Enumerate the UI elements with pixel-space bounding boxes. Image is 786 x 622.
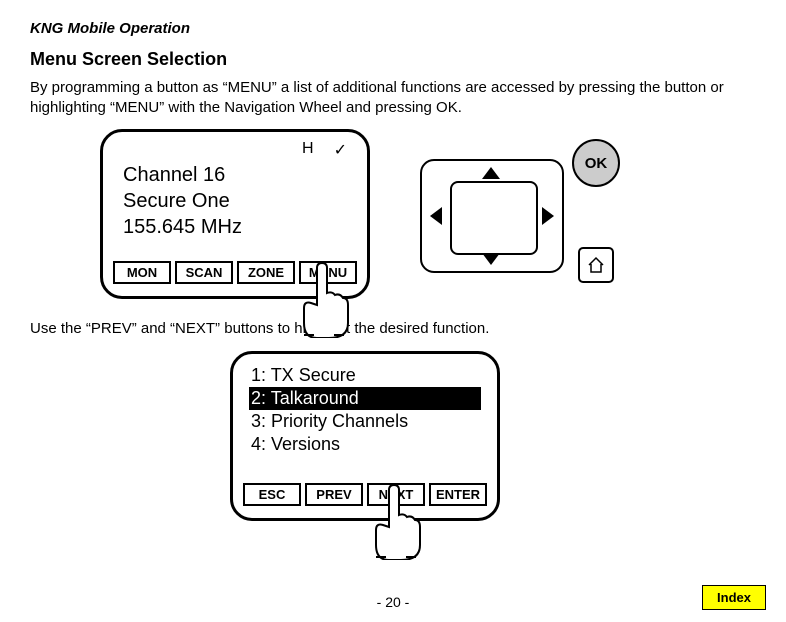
menu-item-talkaround[interactable]: 2: Talkaround [249,387,481,410]
softkey-enter[interactable]: ENTER [429,483,487,506]
menu-item-versions[interactable]: 4: Versions [249,433,481,456]
nav-cluster: OK [410,149,630,289]
channel-freq: 155.645 MHz [123,214,242,240]
mid-paragraph: Use the “PREV” and “NEXT” buttons to hig… [30,319,756,339]
status-check-icon: ✓ [334,140,347,160]
menu-item-tx-secure[interactable]: 1: TX Secure [249,364,481,387]
status-h: H [302,140,314,160]
softkey-esc[interactable]: ESC [243,483,301,506]
softkey-next[interactable]: NEXT [367,483,425,506]
ok-button[interactable]: OK [572,139,620,187]
nav-center[interactable] [450,181,538,255]
menu-softkey-row: ESC PREV NEXT ENTER [243,483,487,506]
home-icon [586,255,606,275]
softkey-mon[interactable]: MON [113,261,171,284]
nav-up-icon[interactable] [482,167,500,179]
nav-right-icon[interactable] [542,207,554,225]
softkey-prev[interactable]: PREV [305,483,363,506]
softkey-row: MON SCAN ZONE MENU [113,261,357,284]
channel-info: Channel 16 Secure One 155.645 MHz [123,162,242,240]
intro-paragraph: By programming a button as “MENU” a list… [30,78,756,117]
nav-left-icon[interactable] [430,207,442,225]
menu-item-priority[interactable]: 3: Priority Channels [249,410,481,433]
figure-row-1: H ✓ Channel 16 Secure One 155.645 MHz MO… [100,129,756,299]
menu-display: 1: TX Secure 2: Talkaround 3: Priority C… [230,351,500,521]
home-button[interactable] [578,247,614,283]
section-title: Menu Screen Selection [30,49,756,70]
index-tab[interactable]: Index [702,585,766,610]
nav-wheel[interactable] [420,159,564,273]
channel-line: Channel 16 [123,162,242,188]
softkey-menu[interactable]: MENU [299,261,357,284]
channel-name: Secure One [123,188,242,214]
page-number: - 20 - [377,594,410,610]
radio-display: H ✓ Channel 16 Secure One 155.645 MHz MO… [100,129,370,299]
softkey-scan[interactable]: SCAN [175,261,233,284]
status-row: H ✓ [302,140,347,160]
menu-list: 1: TX Secure 2: Talkaround 3: Priority C… [249,364,481,456]
doc-header: KNG Mobile Operation [30,20,756,37]
softkey-zone[interactable]: ZONE [237,261,295,284]
